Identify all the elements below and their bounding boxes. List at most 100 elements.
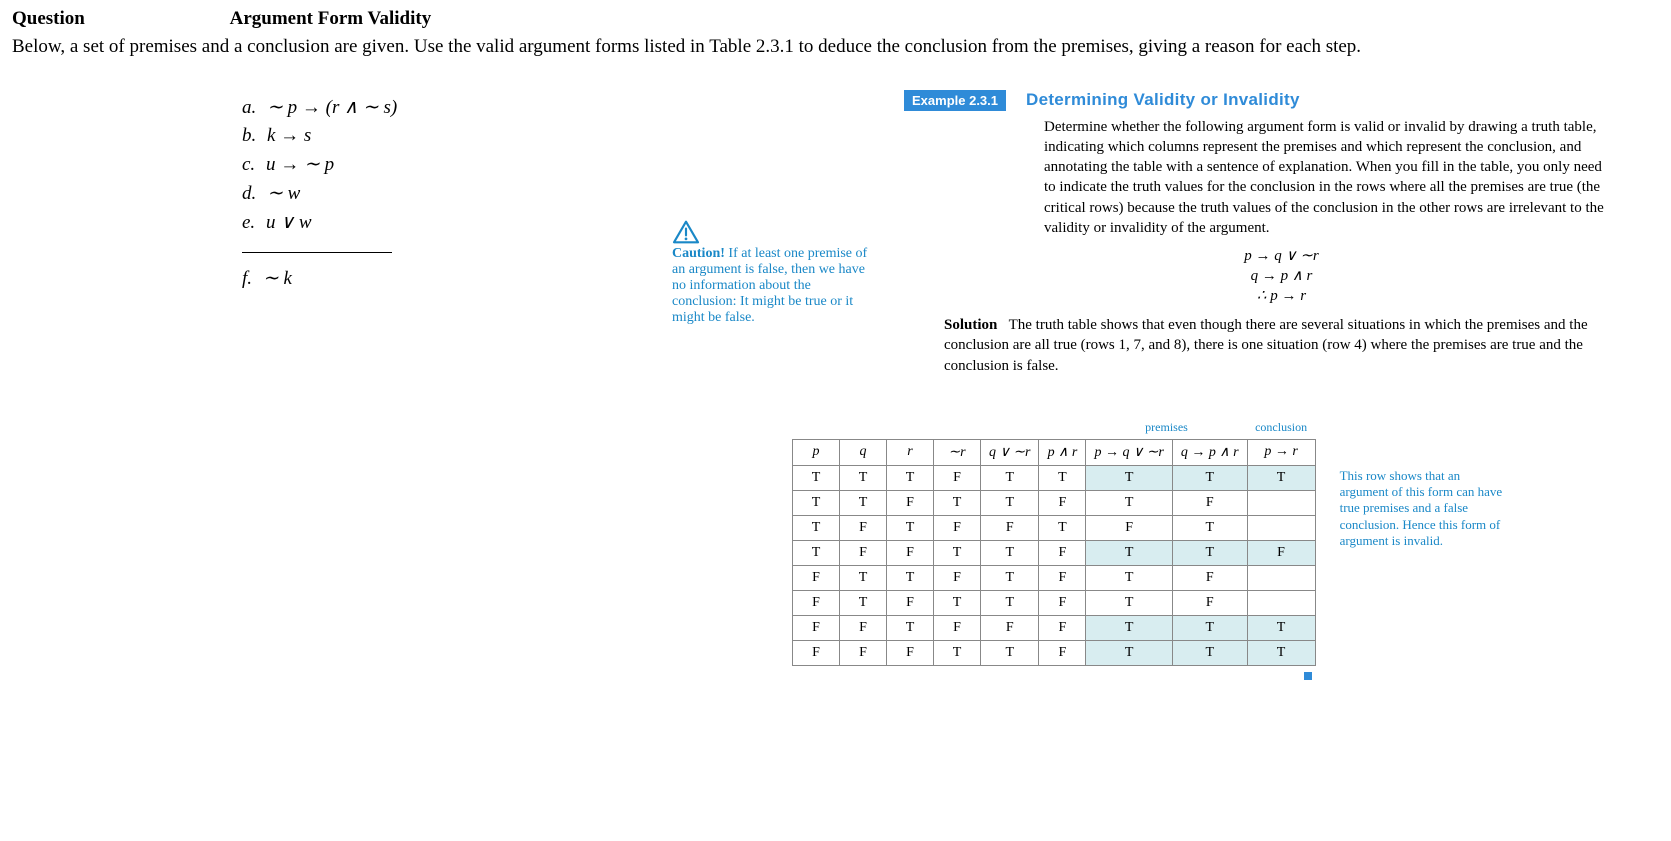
truth-table-cell: F	[981, 615, 1039, 640]
premise-b-label: b.	[242, 125, 256, 146]
truth-table-cell: F	[887, 540, 934, 565]
truth-table-header-cell: q → p ∧ r	[1172, 439, 1247, 465]
premise-a-expr: ∼ p → (r ∧ ∼ s)	[267, 97, 397, 118]
truth-table-cell: F	[793, 640, 840, 665]
truth-table-cell: F	[934, 565, 981, 590]
truth-table-cell: T	[981, 540, 1039, 565]
truth-table-cell: T	[1172, 640, 1247, 665]
truth-table-cell: T	[1172, 540, 1247, 565]
truth-table-cell: T	[887, 515, 934, 540]
truth-table-header-cell: p → r	[1247, 439, 1315, 465]
truth-table-header-cell: ∼r	[934, 439, 981, 465]
truth-table-cell: T	[1039, 515, 1086, 540]
premise-a-label: a.	[242, 97, 256, 118]
truth-table-cell: T	[934, 540, 981, 565]
conclusion-f-expr: ∼ k	[263, 268, 292, 289]
truth-table-cell: F	[934, 515, 981, 540]
truth-table-cell: T	[1172, 615, 1247, 640]
truth-table-cell: F	[1039, 490, 1086, 515]
truth-table-cell: F	[793, 565, 840, 590]
premises-rule	[242, 252, 392, 253]
truth-table-cell: F	[1247, 540, 1315, 565]
premise-e: e. u ∨ w	[242, 211, 472, 234]
truth-table-cell: F	[1086, 515, 1172, 540]
truth-table-cell: T	[981, 640, 1039, 665]
question-label: Question	[12, 8, 85, 29]
conclusion-f: f. ∼ k	[242, 267, 472, 290]
truth-table-cell: T	[887, 465, 934, 490]
premise-d-expr: ∼ w	[267, 183, 300, 204]
truth-table-cell: T	[934, 490, 981, 515]
conclusion-bracket-label: conclusion	[1247, 416, 1315, 440]
truth-table-cell: F	[1039, 615, 1086, 640]
truth-table-cell: F	[840, 515, 887, 540]
premise-e-expr: u ∨ w	[266, 212, 312, 233]
truth-table-cell: T	[1247, 640, 1315, 665]
truth-table-cell: T	[887, 615, 934, 640]
truth-table-cell: T	[1086, 590, 1172, 615]
truth-table-cell: T	[840, 565, 887, 590]
premise-c: c. u → ∼ p	[242, 153, 472, 176]
truth-table-cell: F	[1039, 540, 1086, 565]
argument-form-line3: ∴ p → r	[904, 286, 1659, 305]
truth-table-cell: T	[981, 465, 1039, 490]
solution-block: Solution The truth table shows that even…	[944, 315, 1624, 376]
argument-form: p → q ∨ ∼r q → p ∧ r ∴ p → r	[904, 246, 1659, 305]
argument-form-line1: p → q ∨ ∼r	[904, 246, 1659, 265]
truth-table-cell: F	[887, 590, 934, 615]
truth-table-cell: T	[981, 590, 1039, 615]
premise-b-expr: k → s	[267, 125, 311, 146]
truth-table-cell: T	[793, 515, 840, 540]
question-title: Argument Form Validity	[230, 8, 432, 29]
truth-table-cell: F	[840, 540, 887, 565]
premise-a: a. ∼ p → (r ∧ ∼ s)	[242, 96, 472, 119]
truth-table-cell: T	[1172, 515, 1247, 540]
truth-table-cell: F	[934, 465, 981, 490]
truth-table-cell: T	[840, 590, 887, 615]
truth-table-cell: F	[793, 615, 840, 640]
truth-table-cell	[1247, 490, 1315, 515]
truth-table-labels: premises conclusion	[793, 416, 1316, 440]
warning-icon	[672, 220, 700, 244]
truth-table-cell: F	[981, 515, 1039, 540]
truth-table-cell: F	[1172, 565, 1247, 590]
truth-table-header-cell: p ∧ r	[1039, 439, 1086, 465]
truth-table-header-cell: q ∨ ∼r	[981, 439, 1039, 465]
truth-table-cell	[1247, 590, 1315, 615]
premises-block: a. ∼ p → (r ∧ ∼ s) b. k → s c. u → ∼ p d…	[242, 90, 472, 296]
table-row: FTFTTFTF	[793, 590, 1316, 615]
conclusion-f-label: f.	[242, 268, 252, 289]
truth-table-cell: T	[1086, 465, 1172, 490]
example-title: Determining Validity or Invalidity	[1026, 90, 1300, 110]
truth-table-cell: T	[934, 590, 981, 615]
truth-table-cell: F	[1172, 590, 1247, 615]
truth-table-cell: F	[934, 615, 981, 640]
example-badge: Example 2.3.1	[904, 90, 1006, 111]
side-note: This row shows that an argument of this …	[1340, 416, 1510, 549]
premise-c-label: c.	[242, 154, 255, 175]
truth-table-cell: F	[1039, 590, 1086, 615]
example-block: Example 2.3.1 Determining Validity or In…	[904, 90, 1659, 376]
truth-table-cell: T	[1086, 565, 1172, 590]
example-intro: Determine whether the following argument…	[1044, 117, 1604, 239]
truth-table-cell: T	[1247, 465, 1315, 490]
truth-table-cell: T	[1086, 640, 1172, 665]
table-row: TTFTTFTF	[793, 490, 1316, 515]
table-row: TFFTTFTTF	[793, 540, 1316, 565]
premise-d-label: d.	[242, 183, 256, 204]
truth-table-cell	[1247, 565, 1315, 590]
truth-table-cell: F	[887, 640, 934, 665]
truth-table-cell: T	[1039, 465, 1086, 490]
truth-table-header-cell: p	[793, 439, 840, 465]
truth-table: premises conclusion pqr∼rq ∨ ∼rp ∧ rp → …	[792, 416, 1316, 666]
example-header: Example 2.3.1 Determining Validity or In…	[904, 90, 1659, 111]
truth-table-wrap: premises conclusion pqr∼rq ∨ ∼rp ∧ rp → …	[792, 416, 1659, 680]
truth-table-cell: F	[1172, 490, 1247, 515]
truth-table-cell: T	[793, 540, 840, 565]
truth-table-cell: T	[1172, 465, 1247, 490]
truth-table-cell: T	[840, 490, 887, 515]
question-instructions: Below, a set of premises and a conclusio…	[12, 34, 1659, 60]
truth-table-cell: F	[793, 590, 840, 615]
truth-table-cell: F	[1039, 640, 1086, 665]
truth-table-cell: T	[887, 565, 934, 590]
